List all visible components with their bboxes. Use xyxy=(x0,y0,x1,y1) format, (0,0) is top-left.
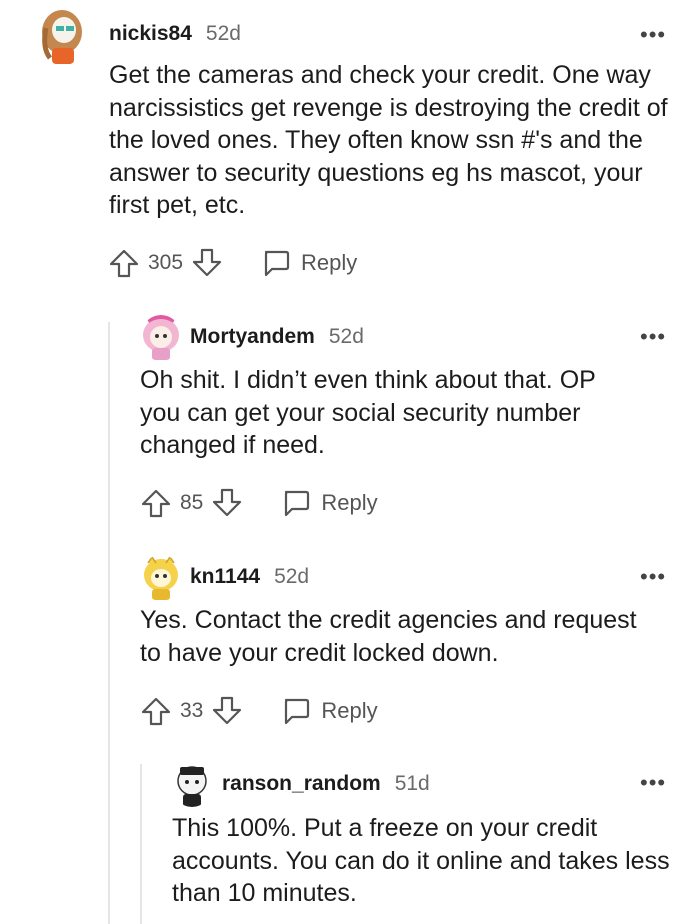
reply-label: Reply xyxy=(301,250,358,275)
vote-controls: 33 xyxy=(140,695,243,727)
more-options-icon[interactable]: ••• xyxy=(640,326,666,348)
username[interactable]: kn1144 xyxy=(190,565,260,589)
arrow-down-icon[interactable] xyxy=(191,247,223,279)
username[interactable]: nickis84 xyxy=(109,22,192,46)
comment-meta: nickis84 52d xyxy=(109,22,241,46)
username[interactable]: Mortyandem xyxy=(190,325,315,349)
comment-body: Oh shit. I didn’t even think about that.… xyxy=(140,366,596,459)
comment-meta: kn1144 52d xyxy=(190,565,309,589)
arrow-down-icon[interactable] xyxy=(211,695,243,727)
reply-button[interactable]: Reply xyxy=(261,248,357,278)
vote-score: 305 xyxy=(148,251,184,274)
comment-actions: 85 Reply xyxy=(140,483,378,523)
user-avatar[interactable] xyxy=(172,763,212,807)
reply-button[interactable]: Reply xyxy=(281,488,378,518)
vote-score: 33 xyxy=(180,699,204,722)
comment-body: Yes. Contact the credit agencies and req… xyxy=(140,606,637,667)
comment-age: 52d xyxy=(205,22,241,45)
more-options-icon[interactable]: ••• xyxy=(640,566,666,588)
comment-age: 52d xyxy=(328,325,364,348)
reply-label: Reply xyxy=(321,490,378,515)
more-options-icon[interactable]: ••• xyxy=(640,24,666,46)
reply-button[interactable]: Reply xyxy=(281,696,378,726)
comment-meta: Mortyandem 52d xyxy=(190,325,364,349)
vote-score: 85 xyxy=(180,491,204,514)
vote-controls: 305 xyxy=(108,247,223,279)
arrow-up-icon[interactable] xyxy=(140,695,172,727)
thread-line xyxy=(108,322,110,924)
comment-age: 52d xyxy=(274,565,310,588)
user-avatar[interactable] xyxy=(140,555,182,601)
reply-label: Reply xyxy=(321,698,378,723)
speech-bubble-icon xyxy=(261,248,291,278)
vote-controls: 85 xyxy=(140,487,243,519)
arrow-down-icon[interactable] xyxy=(211,487,243,519)
thread-line xyxy=(140,764,142,924)
speech-bubble-icon xyxy=(281,488,311,518)
speech-bubble-icon xyxy=(281,696,311,726)
comment-body: This 100%. Put a freeze on your credit a… xyxy=(172,814,670,907)
comment-age: 51d xyxy=(394,772,430,795)
more-options-icon[interactable]: ••• xyxy=(640,772,666,794)
arrow-up-icon[interactable] xyxy=(140,487,172,519)
comment-actions: 305 Reply xyxy=(108,243,357,283)
username[interactable]: ranson_random xyxy=(222,772,381,796)
user-avatar[interactable] xyxy=(38,8,86,66)
user-avatar[interactable] xyxy=(140,315,182,361)
comment-meta: ranson_random 51d xyxy=(222,772,430,796)
comment-actions: 33 Reply xyxy=(140,691,378,731)
arrow-up-icon[interactable] xyxy=(108,247,140,279)
comment-body: Get the cameras and check your credit. O… xyxy=(109,61,668,219)
